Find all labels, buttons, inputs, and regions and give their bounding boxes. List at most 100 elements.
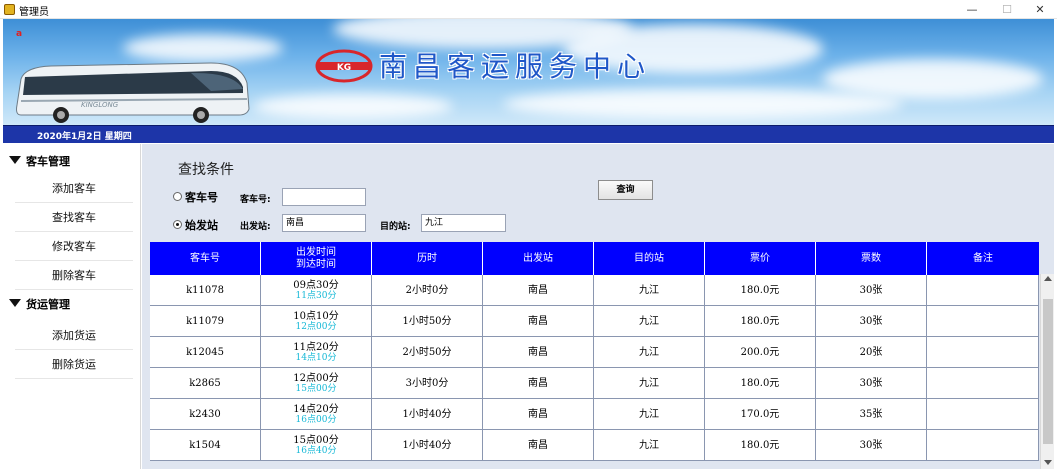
cell-note [927, 399, 1039, 430]
cell-to: 九江 [594, 368, 705, 399]
column-header-depart-arrive[interactable]: 出发时间 到达时间 [261, 242, 372, 275]
collapse-triangle-icon[interactable] [9, 299, 21, 307]
bus-number-field-label: 客车号: [240, 195, 271, 205]
cell-times: 14点20分 16点00分 [261, 399, 372, 430]
cell-tickets: 35张 [816, 399, 927, 430]
cell-to: 九江 [594, 275, 705, 306]
cell-from: 南昌 [483, 306, 594, 337]
radio-bus-number[interactable] [173, 192, 182, 201]
sidebar-group-label: 客车管理 [26, 155, 70, 168]
cell-tickets: 30张 [816, 430, 927, 461]
table-row[interactable]: k2430 14点20分 16点00分 1小时40分 南昌 九江 170.0元 3… [150, 399, 1039, 430]
column-header-bus[interactable]: 客车号 [150, 242, 261, 275]
sidebar-item-add-freight[interactable]: 添加货运 [15, 321, 133, 350]
cell-note [927, 275, 1039, 306]
cell-price: 180.0元 [705, 430, 816, 461]
table-row[interactable]: k1504 15点00分 16点40分 1小时40分 南昌 九江 180.0元 3… [150, 430, 1039, 461]
cell-duration: 2小时0分 [372, 275, 483, 306]
cell-duration: 1小时40分 [372, 430, 483, 461]
cell-to: 九江 [594, 430, 705, 461]
column-header-tickets[interactable]: 票数 [816, 242, 927, 275]
cell-from: 南昌 [483, 337, 594, 368]
cell-bus: k12045 [150, 337, 261, 368]
to-station-input[interactable]: 九江 [421, 214, 506, 232]
cell-bus: k2430 [150, 399, 261, 430]
cell-times: 09点30分 11点30分 [261, 275, 372, 306]
cell-from: 南昌 [483, 430, 594, 461]
column-header-duration[interactable]: 历时 [372, 242, 483, 275]
cell-to: 九江 [594, 399, 705, 430]
cell-note [927, 368, 1039, 399]
column-header-price[interactable]: 票价 [705, 242, 816, 275]
table-row[interactable]: k2865 12点00分 15点00分 3小时0分 南昌 九江 180.0元 30… [150, 368, 1039, 399]
sidebar-group-freight[interactable]: 货运管理 [3, 291, 141, 317]
radio-departure-station[interactable] [173, 220, 182, 229]
cell-to: 九江 [594, 306, 705, 337]
cell-times: 12点00分 15点00分 [261, 368, 372, 399]
cell-price: 180.0元 [705, 275, 816, 306]
cell-times: 11点20分 14点10分 [261, 337, 372, 368]
table-row[interactable]: k11079 10点10分 12点00分 1小时50分 南昌 九江 180.0元 … [150, 306, 1039, 337]
cloud-decoration [503, 89, 903, 119]
cell-tickets: 20张 [816, 337, 927, 368]
cell-duration: 1小时40分 [372, 399, 483, 430]
main-panel: 查找条件 客车号 客车号: 始发站 出发站: 南昌 目的站: 九江 查询 客车号… [142, 144, 1054, 469]
banner-title: 南昌客运服务中心 [379, 50, 652, 83]
svg-text:KG: KG [337, 63, 351, 73]
cell-bus: k1504 [150, 430, 261, 461]
close-button[interactable]: ✕ [1023, 0, 1057, 19]
scroll-up-arrow-icon[interactable] [1044, 276, 1052, 281]
cell-from: 南昌 [483, 275, 594, 306]
cell-to: 九江 [594, 337, 705, 368]
sidebar-item-add-bus[interactable]: 添加客车 [15, 174, 133, 203]
search-button[interactable]: 查询 [598, 180, 653, 200]
table-row[interactable]: k11078 09点30分 11点30分 2小时0分 南昌 九江 180.0元 3… [150, 275, 1039, 306]
cell-duration: 3小时0分 [372, 368, 483, 399]
from-station-input[interactable]: 南昌 [282, 214, 366, 232]
sidebar-item-delete-freight[interactable]: 删除货运 [15, 350, 133, 379]
cell-bus: k11079 [150, 306, 261, 337]
cell-times: 10点10分 12点00分 [261, 306, 372, 337]
cell-bus: k11078 [150, 275, 261, 306]
sidebar: 客车管理 添加客车 查找客车 修改客车 删除客车 货运管理 添加货运 删除货运 [3, 144, 141, 469]
date-bar: 2020年1月2日 星期四 [3, 125, 1054, 143]
cell-bus: k2865 [150, 368, 261, 399]
cell-note [927, 306, 1039, 337]
table-scrollbar[interactable] [1040, 274, 1054, 469]
scrollbar-thumb[interactable] [1043, 299, 1053, 444]
column-header-to[interactable]: 目的站 [594, 242, 705, 275]
cell-tickets: 30张 [816, 368, 927, 399]
minimize-button[interactable]: — [955, 0, 989, 19]
radio-bus-number-label[interactable]: 客车号 [185, 189, 218, 205]
sidebar-group-bus[interactable]: 客车管理 [3, 148, 141, 174]
cloud-decoration [823, 59, 1043, 99]
cell-price: 180.0元 [705, 306, 816, 337]
window-titlebar: 管理员 — ☐ ✕ [0, 0, 1057, 19]
scroll-down-arrow-icon[interactable] [1044, 460, 1052, 465]
cell-price: 180.0元 [705, 368, 816, 399]
radio-departure-station-label[interactable]: 始发站 [185, 217, 218, 233]
table-header: 客车号 出发时间 到达时间 历时 出发站 目的站 票价 票数 备注 [150, 242, 1039, 275]
cell-times: 15点00分 16点40分 [261, 430, 372, 461]
table-row[interactable]: k12045 11点20分 14点10分 2小时50分 南昌 九江 200.0元 … [150, 337, 1039, 368]
bus-number-input[interactable] [282, 188, 366, 206]
sidebar-item-find-bus[interactable]: 查找客车 [15, 203, 133, 232]
cell-note [927, 430, 1039, 461]
search-section-title: 查找条件 [178, 162, 234, 178]
sidebar-item-delete-bus[interactable]: 删除客车 [15, 261, 133, 290]
column-header-from[interactable]: 出发站 [483, 242, 594, 275]
collapse-triangle-icon[interactable] [9, 156, 21, 164]
sidebar-group-label: 货运管理 [26, 298, 70, 311]
maximize-button[interactable]: ☐ [990, 0, 1024, 19]
banner-corner-mark: a [16, 29, 23, 39]
cell-price: 170.0元 [705, 399, 816, 430]
window-title: 管理员 [19, 7, 49, 18]
column-header-note[interactable]: 备注 [927, 242, 1039, 275]
from-station-field-label: 出发站: [240, 222, 271, 232]
company-logo: KG [315, 49, 373, 83]
to-station-field-label: 目的站: [380, 222, 411, 232]
sidebar-item-edit-bus[interactable]: 修改客车 [15, 232, 133, 261]
bus-image: KINGLONG [16, 62, 250, 123]
app-icon [4, 4, 15, 15]
cell-duration: 1小时50分 [372, 306, 483, 337]
